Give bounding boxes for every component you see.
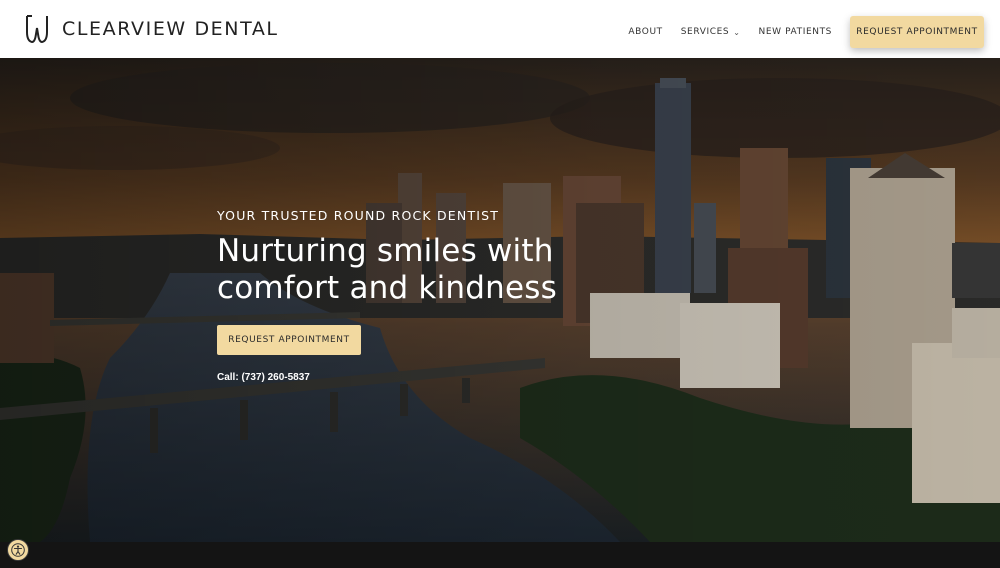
phone-link[interactable]: Call: (737) 260-5837 bbox=[217, 372, 637, 383]
nav-about-label: ABOUT bbox=[628, 27, 663, 37]
nav-services[interactable]: SERVICES ⌄ bbox=[681, 27, 741, 37]
hero-headline-line-2: comfort and kindness bbox=[217, 270, 557, 306]
main-nav: ABOUT SERVICES ⌄ NEW PATIENTS REQUEST AP… bbox=[628, 16, 984, 48]
brand-name: CLEARVIEW DENTAL bbox=[62, 18, 279, 40]
hero-eyebrow: YOUR TRUSTED ROUND ROCK DENTIST bbox=[217, 208, 500, 223]
nav-services-label: SERVICES bbox=[680, 27, 730, 37]
accessibility-button[interactable] bbox=[7, 539, 29, 561]
bottom-strip bbox=[0, 542, 1000, 568]
nav-new-patients-label: NEW PATIENTS bbox=[758, 27, 832, 37]
brand-logo[interactable]: CLEARVIEW DENTAL bbox=[24, 14, 279, 44]
nav-about[interactable]: ABOUT bbox=[628, 27, 662, 37]
site-header: CLEARVIEW DENTAL ABOUT SERVICES ⌄ NEW PA… bbox=[0, 0, 1000, 58]
hero-headline-line-1: Nurturing smiles with bbox=[217, 233, 554, 269]
hero-request-appointment-button[interactable]: REQUEST APPOINTMENT bbox=[217, 325, 361, 355]
nav-new-patients[interactable]: NEW PATIENTS bbox=[759, 27, 832, 37]
accessibility-icon bbox=[11, 543, 25, 557]
request-appointment-button[interactable]: REQUEST APPOINTMENT bbox=[850, 16, 984, 48]
hero-section: YOUR TRUSTED ROUND ROCK DENTIST Nurturin… bbox=[0, 58, 1000, 542]
tooth-outline-icon bbox=[26, 15, 48, 44]
hero-headline: Nurturing smiles with comfort and kindne… bbox=[217, 233, 637, 307]
chevron-down-icon: ⌄ bbox=[733, 27, 741, 37]
hero-content: YOUR TRUSTED ROUND ROCK DENTIST Nurturin… bbox=[217, 208, 637, 383]
